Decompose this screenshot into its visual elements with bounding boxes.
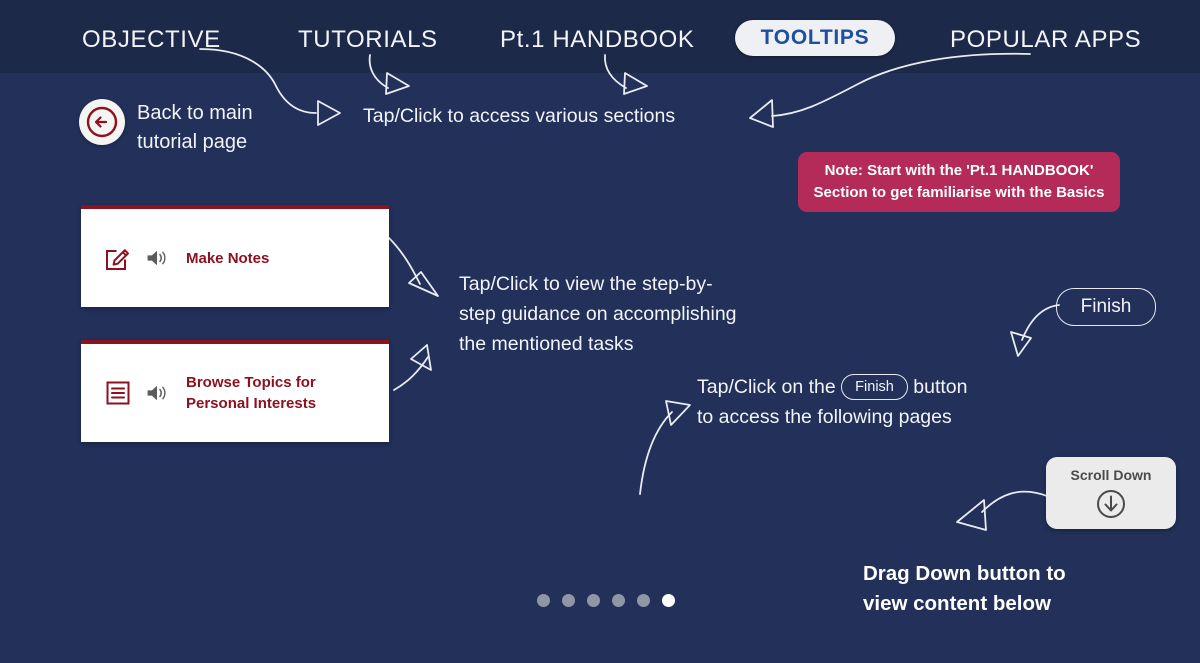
finish-hint-line1: Tap/Click on the Finish button (697, 372, 1017, 402)
nav-item-tutorials-label: TUTORIALS (298, 26, 438, 53)
pager-dot[interactable] (587, 594, 600, 607)
nav-item-objective-label: OBJECTIVE (82, 26, 221, 53)
arrow-handbook-head (623, 72, 648, 95)
nav-hint-text: Tap/Click to access various sections (363, 105, 676, 127)
arrow-down-circle-icon (1097, 489, 1125, 518)
card-make-notes-text: Make Notes (186, 248, 269, 269)
arrow-finish-button-path (1021, 304, 1060, 341)
arrow-card-browse-head (410, 344, 432, 371)
back-label-line2: tutorial page (137, 131, 248, 153)
card-make-notes-row: Make Notes (105, 245, 269, 271)
finish-inline-pill[interactable]: Finish (841, 373, 908, 400)
back-to-main-label: Back to main tutorial page (137, 99, 347, 157)
nav-item-tooltips-label: TOOLTIPS (760, 26, 870, 49)
arrow-card-notes-head (408, 271, 439, 297)
card-browse-topics-title-line1: Browse Topics for (186, 374, 316, 391)
card-browse-topics-row: Browse Topics for Personal Interests (105, 372, 316, 414)
card-make-notes-title: Make Notes (186, 249, 270, 267)
pager-dot[interactable] (612, 594, 625, 607)
nav-item-tutorials[interactable]: TUTORIALS (298, 26, 438, 54)
drag-down-line2: view content below (863, 592, 1051, 615)
arrow-finish-button-head (1010, 331, 1032, 357)
card-browse-topics-title-line2: Personal Interests (186, 395, 317, 412)
back-arrow-circle-icon (86, 106, 118, 138)
cards-hint-line2: step guidance on accomplishing (459, 303, 737, 325)
finish-button-label: Finish (1080, 296, 1132, 317)
pager-dot-active[interactable] (662, 594, 675, 607)
nav-item-popular-apps-label: POPULAR APPS (950, 26, 1142, 53)
speaker-icon[interactable] (145, 247, 169, 269)
scroll-down-button[interactable]: Scroll Down (1046, 457, 1176, 529)
arrow-tutorials-head (385, 72, 410, 95)
note-line-1: Note: Start with the 'Pt.1 HANDBOOK' (824, 162, 1094, 179)
arrow-finish-hint-head (665, 400, 691, 426)
finish-hint-suffix: button (913, 376, 968, 398)
nav-item-pt1-handbook[interactable]: Pt.1 HANDBOOK (500, 26, 695, 54)
speaker-icon[interactable] (145, 382, 169, 404)
pager-dots[interactable] (537, 594, 675, 607)
finish-hint-prefix: Tap/Click on the (697, 376, 836, 398)
drag-down-hint-text: Drag Down button to view content below (863, 559, 1143, 619)
nav-item-objective[interactable]: OBJECTIVE (82, 26, 221, 54)
finish-hint-text: Tap/Click on the Finish button to access… (697, 372, 1017, 432)
note-banner: Note: Start with the 'Pt.1 HANDBOOK' Sec… (798, 152, 1120, 212)
arrow-popularapps-head (749, 99, 774, 128)
nav-item-pt1-handbook-label: Pt.1 HANDBOOK (500, 26, 695, 53)
back-label-line1: Back to main (137, 102, 253, 124)
scroll-down-label: Scroll Down (1070, 466, 1152, 483)
finish-hint-line2: to access the following pages (697, 406, 952, 428)
pager-dot[interactable] (637, 594, 650, 607)
edit-note-icon (106, 249, 129, 270)
note-line-2: Section to get familiarise with the Basi… (813, 184, 1105, 201)
arrow-finish-hint-path (639, 411, 673, 495)
pager-dot[interactable] (562, 594, 575, 607)
pager-dot[interactable] (537, 594, 550, 607)
cards-hint-text: Tap/Click to view the step-by- step guid… (459, 269, 759, 359)
cards-hint-line1: Tap/Click to view the step-by- (459, 273, 713, 295)
arrow-card-notes-path (388, 237, 421, 285)
finish-button[interactable]: Finish (1056, 288, 1156, 326)
card-make-notes[interactable]: Make Notes (81, 205, 389, 307)
nav-item-popular-apps[interactable]: POPULAR APPS (950, 26, 1141, 54)
card-browse-topics-text: Browse Topics for Personal Interests (186, 372, 316, 414)
arrow-scroll-down-head (956, 499, 987, 531)
tutorial-tooltips-screen: OBJECTIVE TUTORIALS Pt.1 HANDBOOK TOOLTI… (0, 0, 1200, 663)
nav-item-tooltips[interactable]: TOOLTIPS (735, 20, 895, 56)
back-to-main-button[interactable] (79, 99, 125, 145)
arrow-scroll-down-path (981, 490, 1048, 513)
arrow-card-browse-path (393, 356, 429, 391)
card-browse-topics[interactable]: Browse Topics for Personal Interests (81, 340, 389, 442)
cards-hint-line3: the mentioned tasks (459, 333, 634, 355)
list-topics-icon (106, 381, 130, 405)
drag-down-line1: Drag Down button to (863, 562, 1066, 585)
